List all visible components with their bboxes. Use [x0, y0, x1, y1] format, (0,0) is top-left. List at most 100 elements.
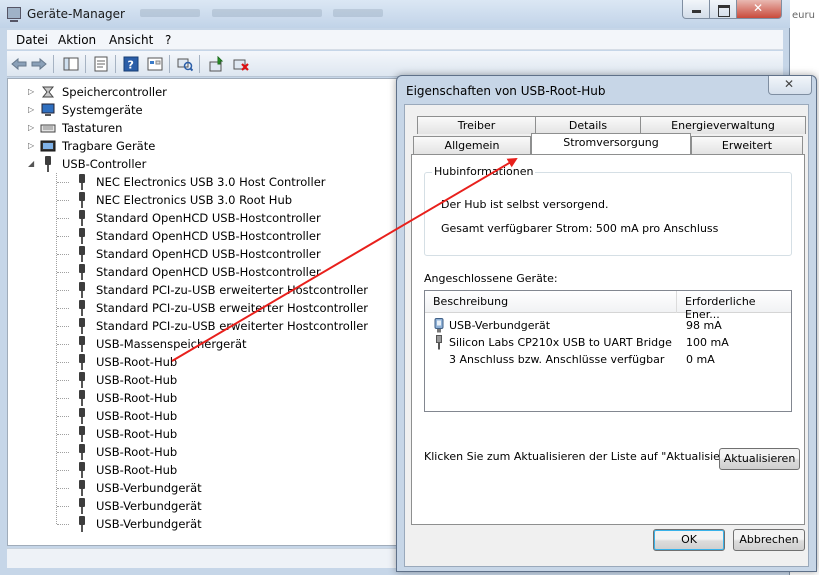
tree-connector-line [57, 488, 69, 489]
tree-connector-line [57, 236, 69, 237]
hub-info-group-title: Hubinformationen [432, 165, 536, 178]
tree-connector-line [57, 524, 69, 525]
devices-list-header: Beschreibung Erforderliche Ener... [425, 291, 791, 321]
tab-details[interactable]: Details [535, 116, 641, 134]
expanded-arrow-icon[interactable]: ◢ [28, 155, 36, 173]
refresh-button[interactable]: Aktualisieren [719, 448, 800, 470]
column-divider[interactable] [676, 291, 677, 313]
tree-item-label: USB-Verbundgerät [96, 499, 202, 513]
usb-device-icon [74, 372, 90, 388]
properties-icon[interactable] [93, 56, 109, 72]
menu-help[interactable]: ? [165, 33, 171, 47]
cancel-button[interactable]: Abbrechen [733, 529, 805, 551]
menu-datei[interactable]: Datei [16, 33, 48, 47]
column-beschreibung[interactable]: Beschreibung [433, 295, 508, 308]
maximize-button[interactable] [709, 0, 737, 19]
usb-device-icon [74, 228, 90, 244]
composite-device-icon [434, 318, 444, 333]
tree-connector-line [57, 416, 69, 417]
tree-connector-line [57, 182, 69, 183]
list-item[interactable]: 3 Anschluss bzw. Anschlüsse verfügbar 0 … [425, 351, 791, 368]
tab-treiber[interactable]: Treiber [417, 116, 536, 134]
tab-stromversorgung[interactable]: Stromversorgung [531, 133, 691, 154]
device-name: USB-Verbundgerät [449, 319, 551, 332]
toolbar: ? [7, 51, 783, 77]
usb-device-icon [74, 516, 90, 532]
close-icon: ✕ [784, 77, 795, 91]
uninstall-device-icon[interactable] [233, 56, 249, 72]
update-driver-icon[interactable] [209, 56, 225, 72]
tree-connector-line [57, 254, 69, 255]
tree-connector-line [57, 434, 69, 435]
usb-device-icon [74, 318, 90, 334]
menu-ansicht[interactable]: Ansicht [109, 33, 153, 47]
collapsed-arrow-icon[interactable]: ▷ [28, 137, 36, 155]
tree-connector-line [57, 452, 69, 453]
ok-button[interactable]: OK [653, 529, 725, 551]
usb-device-icon [74, 192, 90, 208]
usb-plug-icon [436, 335, 442, 350]
usb-device-icon [74, 336, 90, 352]
tree-connector-line [57, 470, 69, 471]
connected-devices-label: Angeschlossene Geräte: [424, 272, 558, 285]
hub-self-powered-text: Der Hub ist selbst versorgend. [441, 198, 609, 211]
usb-device-icon [74, 210, 90, 226]
tree-item-label: Standard OpenHCD USB-Hostcontroller [96, 247, 321, 261]
view-icon[interactable] [147, 56, 163, 72]
help-icon[interactable]: ? [123, 56, 139, 72]
tree-connector-line [57, 506, 69, 507]
tree-item-label: USB-Root-Hub [96, 409, 178, 423]
tree-item-label: USB-Root-Hub [96, 391, 178, 405]
dialog-close-button[interactable]: ✕ [768, 76, 812, 95]
tree-item-label: Standard OpenHCD USB-Hostcontroller [96, 211, 321, 225]
tree-item-label: Speichercontroller [62, 85, 167, 99]
tree-connector-line [57, 290, 69, 291]
tree-item-label: USB-Massenspeichergerät [96, 337, 247, 351]
portable-device-icon [40, 138, 56, 154]
system-devices-icon [40, 102, 56, 118]
usb-device-icon [74, 408, 90, 424]
tab-allgemein[interactable]: Allgemein [413, 136, 531, 154]
menu-bar: Datei Aktion Ansicht ? [7, 30, 783, 50]
show-hide-console-tree-icon[interactable] [63, 56, 79, 72]
collapsed-arrow-icon[interactable]: ▷ [28, 83, 36, 101]
window-close-button[interactable] [736, 0, 782, 19]
scan-hardware-icon[interactable] [177, 56, 193, 72]
usb-device-icon [74, 246, 90, 262]
tree-connector-line [57, 308, 69, 309]
tab-energieverwaltung[interactable]: Energieverwaltung [640, 116, 806, 134]
toolbar-separator [85, 55, 86, 73]
usb-device-icon [74, 462, 90, 478]
background-window-ghost [140, 6, 400, 20]
tree-item-label: USB-Root-Hub [96, 427, 178, 441]
hub-info-group: Hubinformationen Der Hub ist selbst vers… [424, 165, 792, 256]
device-manager-icon [7, 7, 21, 22]
collapsed-arrow-icon[interactable]: ▷ [28, 119, 36, 137]
tree-connector-line [57, 200, 69, 201]
connected-devices-list[interactable]: Beschreibung Erforderliche Ener... USB-V… [424, 290, 792, 412]
device-name: 3 Anschluss bzw. Anschlüsse verfügbar [449, 353, 665, 366]
tree-item-label: Tastaturen [62, 121, 123, 135]
hub-power-available-text: Gesamt verfügbarer Strom: 500 mA pro Ans… [441, 222, 719, 235]
device-name: Silicon Labs CP210x USB to UART Bridge [449, 336, 672, 349]
collapsed-arrow-icon[interactable]: ▷ [28, 101, 36, 119]
back-arrow-icon[interactable] [11, 56, 27, 72]
toolbar-separator [199, 55, 200, 73]
tree-connector-line [57, 218, 69, 219]
menu-aktion[interactable]: Aktion [58, 33, 96, 47]
tree-item-label: USB-Root-Hub [96, 445, 178, 459]
refresh-hint-text: Klicken Sie zum Aktualisieren der Liste … [424, 450, 747, 463]
tab-erweitert[interactable]: Erweitert [691, 136, 803, 154]
toolbar-separator [169, 55, 170, 73]
list-item[interactable]: USB-Verbundgerät 98 mA [425, 317, 791, 334]
dialog-body: Treiber Details Energieverwaltung Allgem… [404, 104, 809, 567]
usb-device-icon [74, 390, 90, 406]
tree-item-label: USB-Root-Hub [96, 355, 178, 369]
list-item[interactable]: Silicon Labs CP210x USB to UART Bridge 1… [425, 334, 791, 351]
svg-text:?: ? [128, 59, 134, 72]
minimize-button[interactable] [682, 0, 710, 19]
usb-device-icon [74, 498, 90, 514]
usb-device-icon [74, 300, 90, 316]
power-tab-panel: Hubinformationen Der Hub ist selbst vers… [411, 154, 805, 525]
forward-arrow-icon[interactable] [31, 56, 47, 72]
